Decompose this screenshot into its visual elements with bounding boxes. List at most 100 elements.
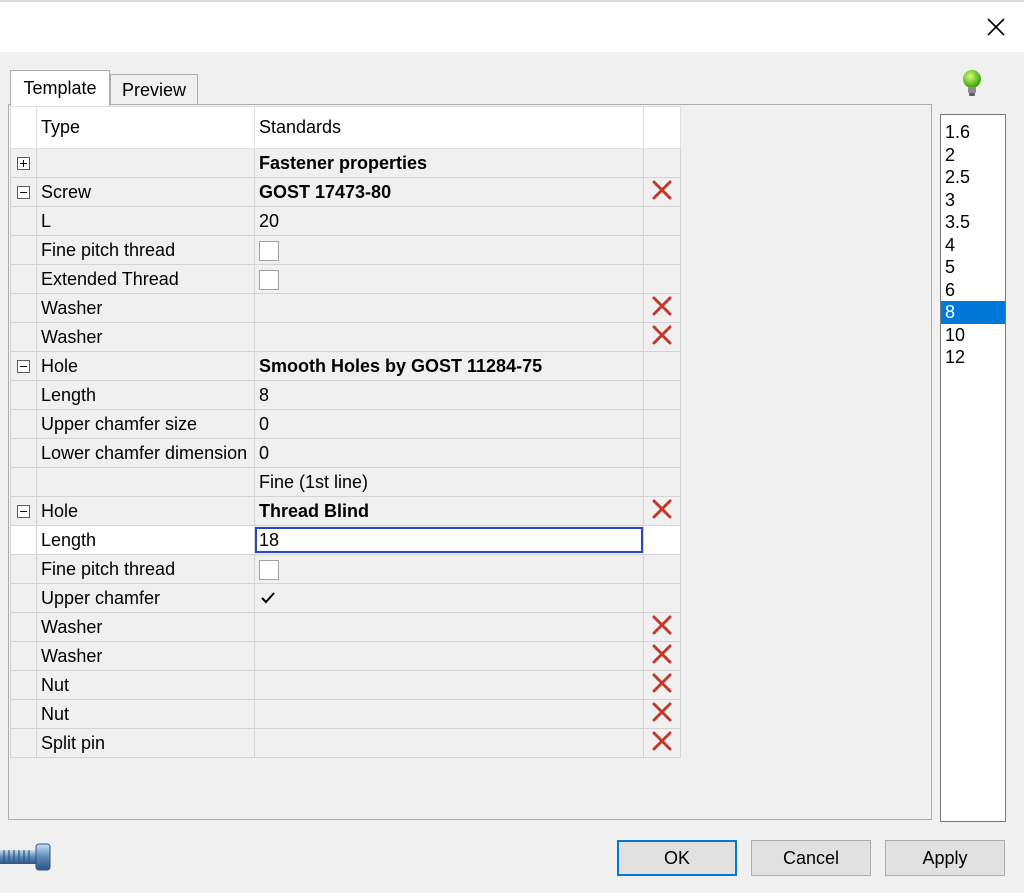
size-list[interactable]: 1.6 2 2.5 3 3.5 4 5 6 8 10 12 [940, 114, 1006, 822]
row-standard-cell[interactable] [254, 264, 644, 294]
grid-row[interactable]: Split pin [10, 728, 681, 758]
row-action-cell[interactable] [643, 641, 681, 671]
grid-row[interactable]: Length 8 [10, 380, 681, 410]
size-option[interactable]: 2 [941, 144, 1005, 167]
grid-row[interactable]: Fine pitch thread [10, 235, 681, 265]
row-standard-cell[interactable] [254, 583, 644, 613]
grid-row[interactable]: Upper chamfer [10, 583, 681, 613]
length-edit-field[interactable]: 18 [255, 527, 643, 553]
row-expander-cell[interactable] [10, 351, 37, 381]
row-standard-cell[interactable]: 8 [254, 380, 644, 410]
delete-button[interactable] [651, 179, 673, 206]
delete-button[interactable] [651, 498, 673, 525]
row-expander-cell [10, 728, 37, 758]
collapse-icon[interactable] [17, 360, 30, 374]
row-standard-cell[interactable]: GOST 17473-80 [254, 177, 644, 207]
delete-button[interactable] [651, 701, 673, 728]
properties-grid: Type Standards Fastener properties Screw G… [10, 106, 681, 758]
grid-row[interactable]: Upper chamfer size 0 [10, 409, 681, 439]
delete-button[interactable] [651, 324, 673, 351]
row-standard-cell[interactable] [254, 322, 644, 352]
expand-icon[interactable] [17, 157, 30, 171]
row-expander-cell[interactable] [10, 148, 37, 178]
row-standard-cell[interactable]: Smooth Holes by GOST 11284-75 [254, 351, 644, 381]
delete-button[interactable] [651, 730, 673, 757]
tab-template[interactable]: Template [10, 70, 110, 106]
grid-row[interactable]: Fine pitch thread [10, 554, 681, 584]
row-action-cell[interactable] [643, 612, 681, 642]
row-action-cell[interactable] [643, 322, 681, 352]
size-option[interactable]: 6 [941, 279, 1005, 302]
grid-row[interactable]: Washer [10, 641, 681, 671]
row-action-cell [643, 235, 681, 265]
delete-button[interactable] [651, 672, 673, 699]
row-standard-cell[interactable] [254, 293, 644, 323]
size-option[interactable]: 3 [941, 189, 1005, 212]
row-standard-cell[interactable]: 18 [254, 525, 644, 555]
grid-row[interactable]: Washer [10, 293, 681, 323]
row-standard-cell[interactable]: Fine (1st line) [254, 467, 644, 497]
row-action-cell [643, 351, 681, 381]
row-action-cell[interactable] [643, 293, 681, 323]
grid-row[interactable]: Screw GOST 17473-80 [10, 177, 681, 207]
row-standard-cell[interactable] [254, 670, 644, 700]
size-option[interactable]: 1.6 [941, 121, 1005, 144]
grid-row[interactable]: Lower chamfer dimension 0 [10, 438, 681, 468]
ok-button[interactable]: OK [617, 840, 737, 876]
grid-row[interactable]: Extended Thread [10, 264, 681, 294]
tab-preview[interactable]: Preview [110, 74, 198, 106]
grid-row[interactable]: Hole Thread Blind [10, 496, 681, 526]
close-button[interactable] [978, 10, 1014, 44]
row-standard-cell[interactable]: 20 [254, 206, 644, 236]
row-standard-cell[interactable] [254, 612, 644, 642]
grid-row[interactable]: L 20 [10, 206, 681, 236]
row-expander-cell [10, 206, 37, 236]
grid-row[interactable]: Length 18 [10, 525, 681, 555]
row-standard-cell[interactable] [254, 699, 644, 729]
grid-row[interactable]: Washer [10, 322, 681, 352]
row-expander-cell[interactable] [10, 496, 37, 526]
cancel-button[interactable]: Cancel [751, 840, 871, 876]
row-standard-cell[interactable] [254, 235, 644, 265]
size-option[interactable]: 4 [941, 234, 1005, 257]
delete-button[interactable] [651, 614, 673, 641]
delete-button[interactable] [651, 643, 673, 670]
row-standard-cell[interactable] [254, 728, 644, 758]
row-standard-cell[interactable]: Fastener properties [254, 148, 644, 178]
row-standard-cell[interactable]: 0 [254, 438, 644, 468]
size-option[interactable]: 12 [941, 346, 1005, 369]
size-option[interactable]: 8 [941, 301, 1005, 324]
row-action-cell[interactable] [643, 496, 681, 526]
grid-row[interactable]: Hole Smooth Holes by GOST 11284-75 [10, 351, 681, 381]
row-checkbox[interactable] [259, 589, 279, 609]
size-option[interactable]: 10 [941, 324, 1005, 347]
grid-row[interactable]: Fine (1st line) [10, 467, 681, 497]
apply-button[interactable]: Apply [885, 840, 1005, 876]
delete-button[interactable] [651, 295, 673, 322]
row-expander-cell[interactable] [10, 177, 37, 207]
row-action-cell[interactable] [643, 670, 681, 700]
size-option[interactable]: 3.5 [941, 211, 1005, 234]
grid-row[interactable]: Washer [10, 612, 681, 642]
row-checkbox[interactable] [259, 240, 279, 261]
row-checkbox[interactable] [259, 559, 279, 580]
row-action-cell[interactable] [643, 177, 681, 207]
delete-icon [652, 615, 672, 634]
collapse-icon[interactable] [17, 186, 30, 200]
row-action-cell[interactable] [643, 699, 681, 729]
row-action-cell [643, 409, 681, 439]
collapse-icon[interactable] [17, 505, 30, 519]
size-option[interactable]: 5 [941, 256, 1005, 279]
grid-row[interactable]: Nut [10, 699, 681, 729]
row-standard-cell[interactable]: 0 [254, 409, 644, 439]
row-standard-cell[interactable] [254, 554, 644, 584]
size-option[interactable]: 2.5 [941, 166, 1005, 189]
row-action-cell[interactable] [643, 728, 681, 758]
grid-row[interactable]: Fastener properties [10, 148, 681, 178]
row-standard-cell[interactable] [254, 641, 644, 671]
row-checkbox[interactable] [259, 269, 279, 290]
lightbulb-icon[interactable] [960, 68, 984, 98]
row-standard-cell[interactable]: Thread Blind [254, 496, 644, 526]
grid-row[interactable]: Nut [10, 670, 681, 700]
row-action-cell [643, 380, 681, 410]
